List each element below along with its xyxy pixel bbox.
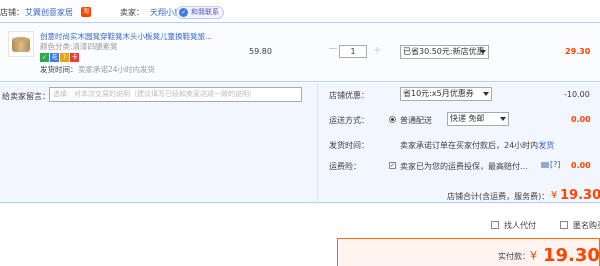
delivery-option: 普通配送 [400,116,432,125]
quantity-minus-button[interactable] [329,48,337,49]
shop-discount-select[interactable]: 省10元:x5月优惠券 [400,87,492,101]
panel-divider [317,83,318,203]
delivery-select-value: 快递 免邮 [450,114,485,123]
shop-label: 店铺： [0,8,24,17]
product-thumbnail[interactable] [8,31,34,57]
guarantee-badge-icon: ✓ [40,53,49,62]
chevron-down-icon [483,92,489,96]
stool-top-shape [12,37,30,42]
shop-total-label: 店铺合计(含运费，服务费)： [447,192,550,201]
order-options-panel: 给卖家留言： 选填：对本次交易的说明（建议填写已经和卖家达成一致的说明） 店铺优… [0,83,600,203]
chat-icon[interactable] [541,162,549,168]
shop-name-link[interactable]: 艾翼创意家居 [25,7,73,18]
ship-note-label: 发货时间： [40,65,78,74]
tmall-badge-icon: 淘 [81,7,91,17]
ship-time-link[interactable]: 发货 [538,141,554,150]
chevron-down-icon [500,117,506,121]
ship-time-desc: 卖家承诺订单在买家付款后，24小时内 [400,141,539,150]
anonymous-label: 匿名购买 [573,221,600,230]
item-discount-select[interactable]: 已省30.50元:新店优惠 [400,45,489,59]
ship-time-text: 卖家承诺订单在买家付款后，24小时内发货 [400,140,554,151]
insurance-amount: 0.00 [571,161,591,170]
shop-discount-label: 店铺优惠： [329,91,369,100]
quantity-plus-button[interactable]: + [373,45,381,56]
promo-badge-icon: 卡 [70,53,79,62]
delivery-select[interactable]: 快递 免邮 [447,112,509,126]
quantity-input[interactable]: 1 [339,45,367,58]
item-discount-value: 已省30.50元:新店优惠 [403,47,485,56]
anonymous-checkbox[interactable] [560,221,568,229]
insurance-label: 运费险： [329,162,361,171]
shop-discount-value: 省10元:x5月优惠券 [403,89,474,98]
delivery-radio[interactable] [389,116,396,123]
proxy-pay-checkbox[interactable] [491,221,499,229]
pay-label: 实付款： [498,252,530,261]
seller-message-input[interactable]: 选填：对本次交易的说明（建议填写已经和卖家达成一致的说明） [49,87,302,102]
chevron-down-icon [480,50,486,54]
contact-label: 和我联系 [191,8,219,16]
item-subtotal: 29.30 [565,47,591,56]
service-badges: ✓ 花 7 卡 [40,52,80,62]
unit-price: 59.80 [249,47,272,56]
order-header: 店铺： 艾翼创意家居 淘 卖家： 天翔小康2011 ✓ 和我联系 [0,0,600,22]
shop-discount-amount: -10.00 [564,90,590,99]
return-badge-icon: 7 [60,53,69,62]
pay-currency: ¥ [530,249,537,262]
ship-note: 卖家承诺24小时内发货 [78,65,156,74]
contact-seller-button[interactable]: ✓ 和我联系 [176,6,224,19]
message-label: 给卖家留言： [2,92,50,101]
shop-total-currency: ¥ [551,190,558,201]
chat-icon: ✓ [179,8,188,17]
product-attribute: 颜色分类:清漆四腿素凳 [40,42,118,51]
credit-badge-icon: 花 [50,53,59,62]
pay-amount: 19.30 [543,245,600,266]
insurance-text: 卖家已为您的运费投保，最高赔付... [400,162,528,171]
order-item-row: 创意时尚实木圆凳穿鞋凳木头小板凳儿童换鞋凳旅... 颜色分类:清漆四腿素凳 ✓ 花… [0,22,600,82]
shop-total-amount: 19.30 [560,188,600,203]
delivery-label: 运送方式： [329,116,369,125]
seller-label: 卖家： [120,8,144,17]
insurance-checkbox[interactable]: ✓ [389,162,396,169]
insurance-help-link[interactable]: [?] [550,160,561,169]
ship-time-label: 发货时间： [329,141,369,150]
delivery-amount: 0.00 [571,115,591,124]
proxy-pay-label: 找人代付 [504,221,536,230]
payment-summary-box: 实付款： ¥ 19.30 [337,238,600,266]
